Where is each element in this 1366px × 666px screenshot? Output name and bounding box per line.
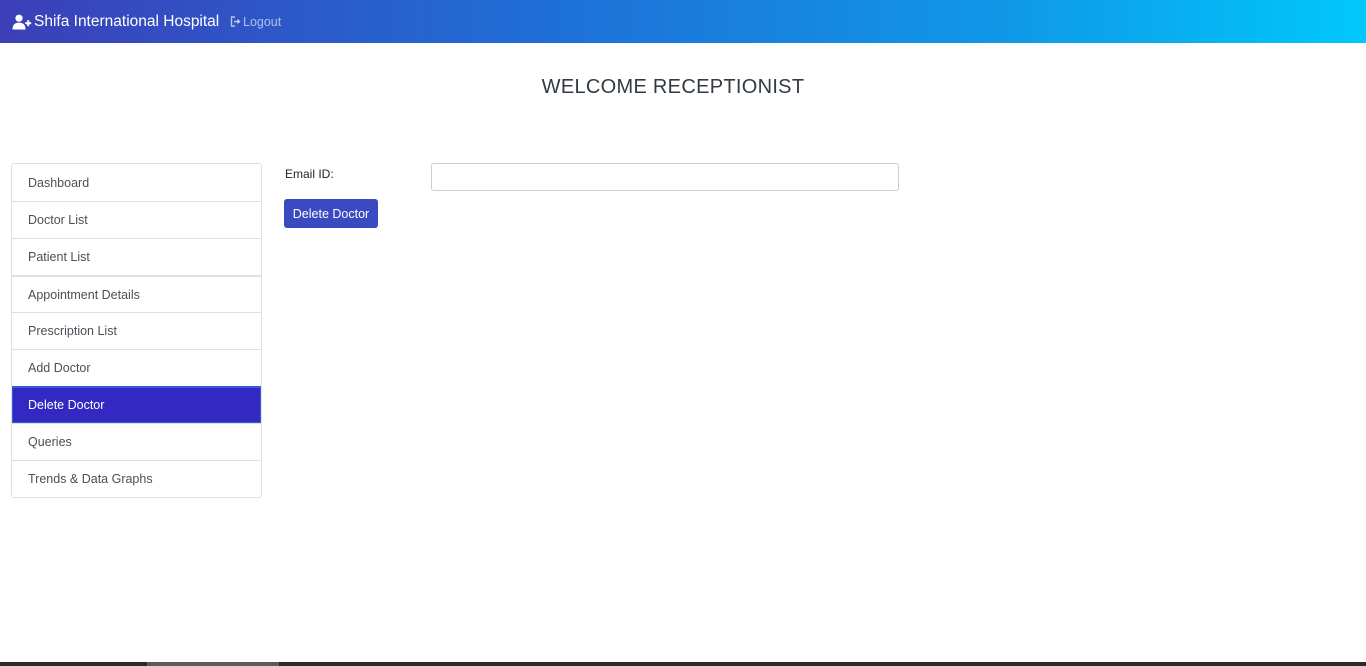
sidebar-item-prescription-list[interactable]: Prescription List (12, 312, 261, 349)
sidebar-item-queries[interactable]: Queries (12, 423, 261, 460)
sidebar-menu: Dashboard Doctor List Patient List Appoi… (11, 163, 262, 498)
sidebar-item-dashboard[interactable]: Dashboard (12, 164, 261, 201)
logout-link[interactable]: Logout (230, 0, 281, 43)
user-plus-icon (12, 14, 32, 30)
delete-doctor-button[interactable]: Delete Doctor (284, 199, 378, 228)
sidebar-item-doctor-list[interactable]: Doctor List (12, 201, 261, 238)
sidebar-item-add-doctor[interactable]: Add Doctor (12, 349, 261, 386)
page-title: WELCOME RECEPTIONIST (541, 76, 805, 98)
brand-link[interactable]: Shifa International Hospital (12, 0, 219, 43)
sign-out-icon (230, 16, 242, 27)
logout-label: Logout (243, 14, 282, 29)
sidebar-item-patient-list[interactable]: Patient List (12, 238, 261, 275)
brand-name: Shifa International Hospital (34, 12, 220, 30)
sidebar-item-trends-data-graphs[interactable]: Trends & Data Graphs (12, 460, 261, 497)
sidebar-item-delete-doctor[interactable]: Delete Doctor (12, 386, 261, 423)
sidebar-item-appointment-details[interactable]: Appointment Details (12, 275, 261, 312)
scrollbar-thumb[interactable] (147, 662, 279, 666)
top-navbar: Shifa International Hospital Logout (0, 0, 1366, 43)
email-input[interactable] (431, 163, 899, 191)
email-label: Email ID: (285, 167, 334, 181)
